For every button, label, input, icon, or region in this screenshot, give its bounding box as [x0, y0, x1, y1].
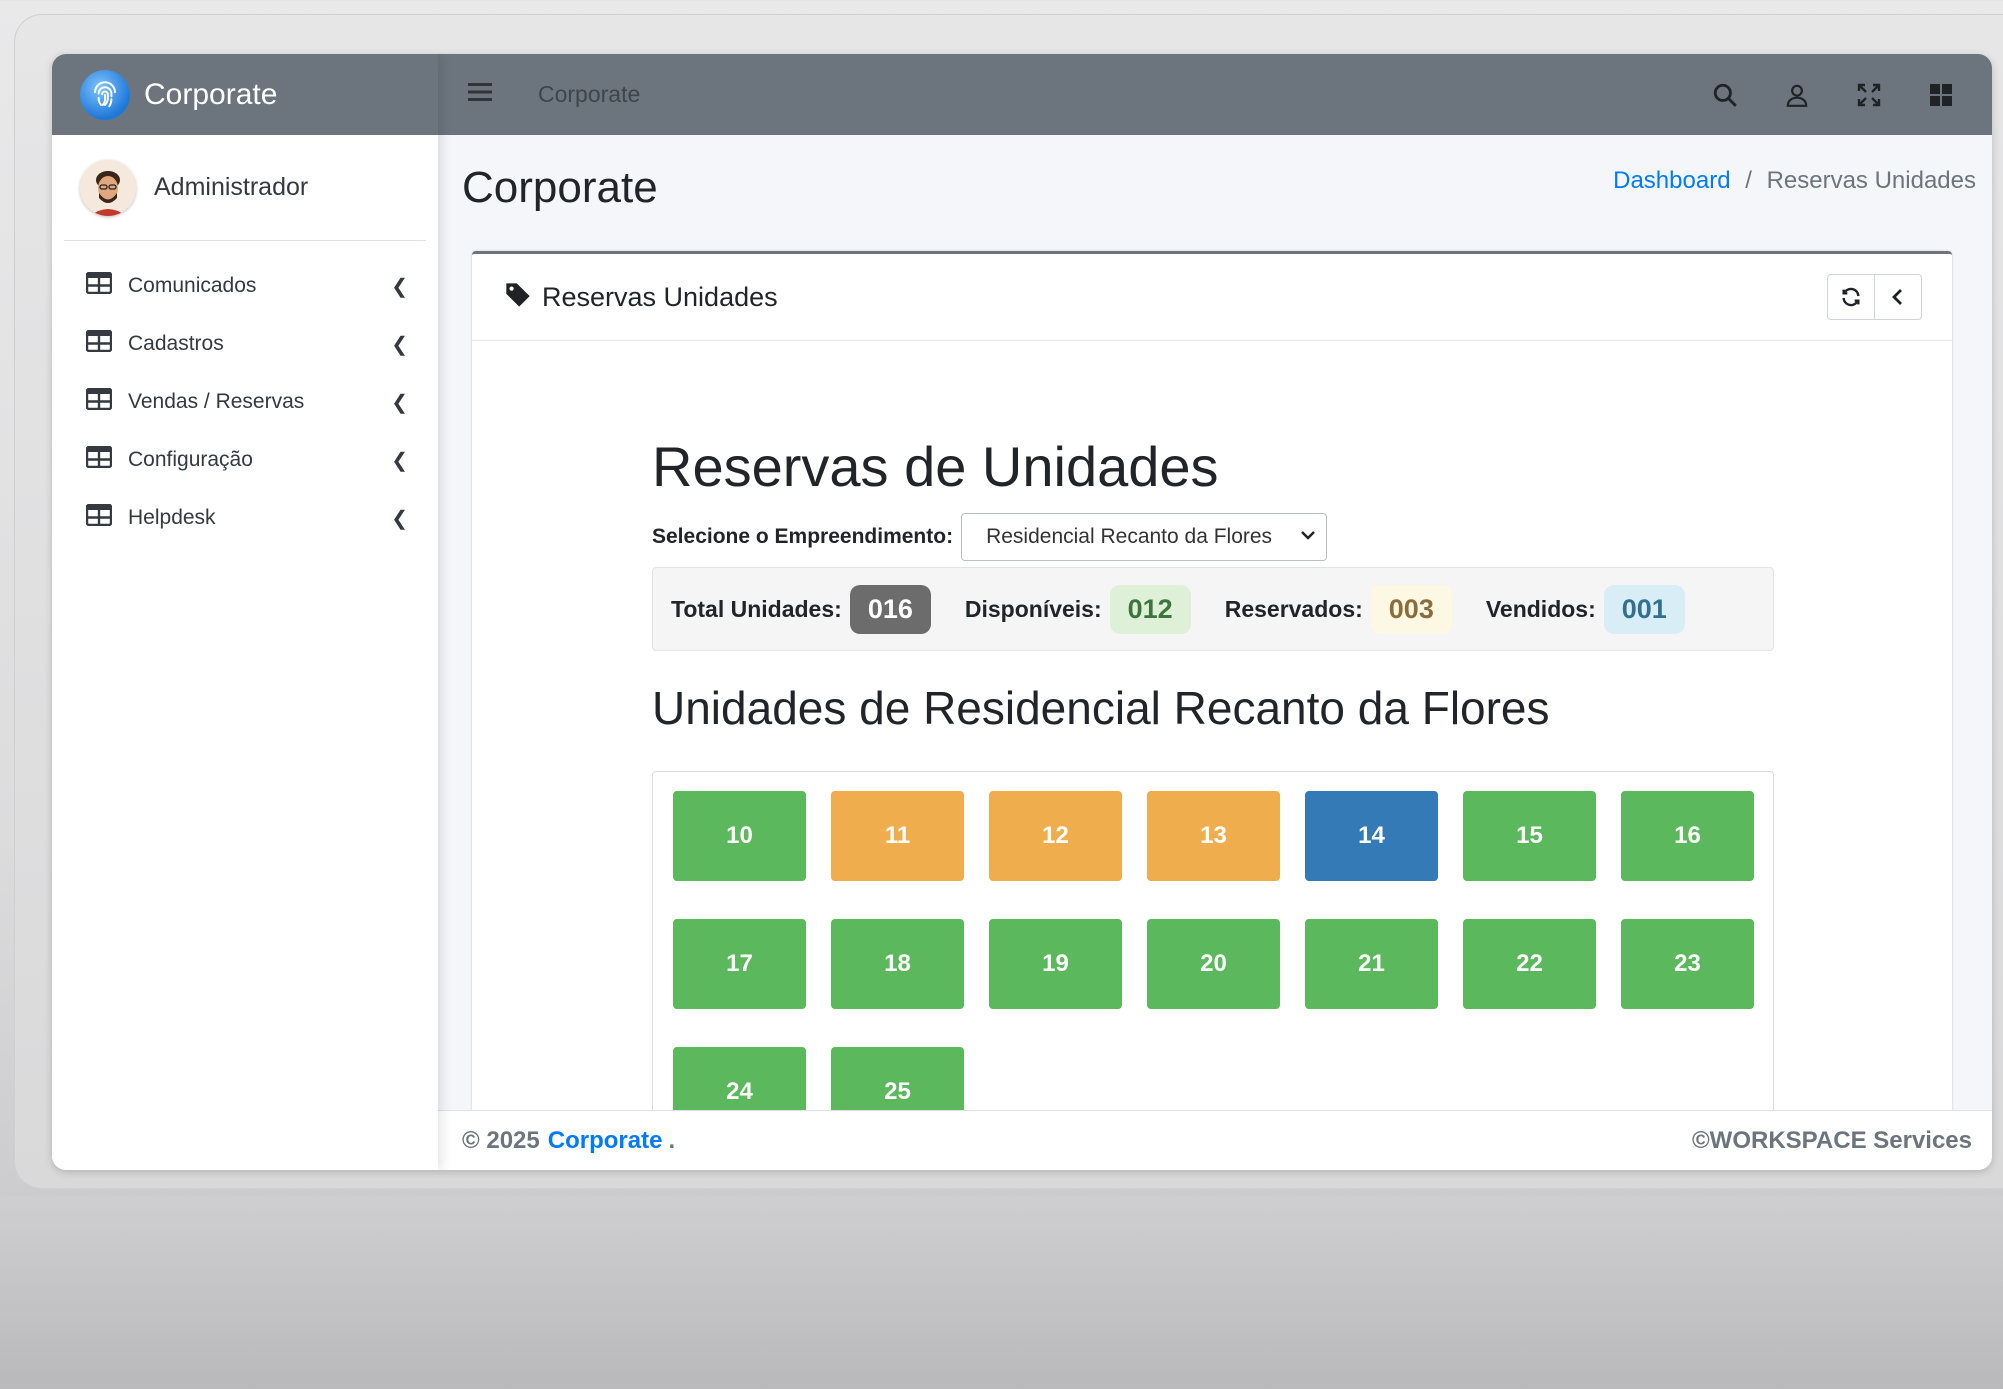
topbar: Corporate — [438, 54, 1992, 135]
units-heading: Unidades de Residencial Recanto da Flore… — [652, 682, 1550, 734]
table-icon — [85, 271, 113, 300]
breadcrumb: Dashboard / Reservas Unidades — [1613, 167, 1976, 195]
brand-link[interactable]: Corporate — [52, 54, 438, 135]
sidebar-item-configuracao[interactable]: Configuração ❮ — [52, 431, 438, 489]
refresh-icon[interactable] — [1828, 275, 1874, 319]
footer-brand-link[interactable]: Corporate — [548, 1127, 663, 1155]
reserved-units-badge: 003 — [1370, 584, 1452, 634]
breadcrumb-current: Reservas Unidades — [1766, 167, 1976, 194]
user-icon[interactable] — [1776, 74, 1818, 116]
unit-tile-12[interactable]: 12 — [989, 791, 1122, 881]
user-panel[interactable]: Administrador — [64, 135, 426, 241]
unit-tile-22[interactable]: 22 — [1463, 919, 1596, 1009]
footer-suffix: . — [668, 1126, 676, 1154]
available-units-badge: 012 — [1109, 584, 1191, 634]
sold-units-label: Vendidos: — [1485, 595, 1596, 622]
avatar — [80, 159, 136, 216]
sidebar-item-helpdesk[interactable]: Helpdesk ❮ — [52, 489, 438, 547]
topbar-title[interactable]: Corporate — [538, 81, 1704, 108]
footer: © 2025 Corporate . ©WORKSPACE Services — [438, 1110, 1992, 1170]
expand-icon[interactable] — [1848, 74, 1890, 116]
footer-copyright: © 2025 — [462, 1126, 540, 1154]
sidebar-item-label: Configuração — [128, 448, 253, 471]
total-units-label: Total Unidades: — [671, 595, 842, 622]
chevron-left-icon[interactable] — [1874, 275, 1921, 319]
chevron-left-icon: ❮ — [391, 391, 408, 414]
hamburger-icon[interactable] — [468, 82, 494, 107]
breadcrumb-home-link[interactable]: Dashboard — [1613, 167, 1730, 194]
sidebar-item-cadastros[interactable]: Cadastros ❮ — [52, 315, 438, 373]
unit-tile-10[interactable]: 10 — [673, 791, 806, 881]
chevron-down-icon — [1300, 528, 1316, 546]
unit-tile-14[interactable]: 14 — [1305, 791, 1438, 881]
monitor-stand — [0, 1196, 2003, 1389]
chevron-left-icon: ❮ — [391, 275, 408, 298]
table-icon — [85, 445, 113, 474]
empreendimento-select-row: Selecione o Empreendimento: Residencial … — [652, 513, 1774, 561]
search-icon[interactable] — [1704, 74, 1746, 116]
table-icon — [85, 329, 113, 358]
unit-tile-13[interactable]: 13 — [1147, 791, 1280, 881]
sold-units-badge: 001 — [1603, 584, 1685, 634]
reservas-panel: Reservas de Unidades Selecione o Empreen… — [652, 434, 1774, 1170]
card-title: Reservas Unidades — [542, 281, 778, 312]
card-tools — [1827, 274, 1922, 320]
empreendimento-select-value: Residencial Recanto da Flores — [986, 525, 1273, 548]
grid-icon[interactable] — [1920, 74, 1962, 116]
reserved-units-label: Reservados: — [1224, 595, 1363, 622]
footer-credit: ©WORKSPACE Services — [1692, 1126, 1972, 1154]
sidebar-item-label: Helpdesk — [128, 506, 216, 529]
sidebar-item-label: Cadastros — [128, 332, 224, 355]
empreendimento-select-label: Selecione o Empreendimento: — [652, 525, 954, 548]
sidebar-item-label: Vendas / Reservas — [128, 390, 305, 413]
chevron-left-icon: ❮ — [391, 507, 408, 530]
unit-tile-23[interactable]: 23 — [1621, 919, 1754, 1009]
card-header: Reservas Unidades — [472, 254, 1952, 341]
app-window: Corporate Administrador Comunicados ❮ Ca… — [52, 54, 1992, 1170]
total-units-badge: 016 — [849, 584, 931, 634]
chevron-left-icon: ❮ — [391, 449, 408, 472]
brand-name: Corporate — [144, 77, 278, 111]
reservas-card: Reservas Unidades Reservas de Unidades S… — [472, 251, 1952, 1170]
breadcrumb-separator: / — [1745, 167, 1752, 194]
unit-tile-18[interactable]: 18 — [831, 919, 964, 1009]
units-summary: Total Unidades: 016 Disponíveis: 012 Res… — [652, 567, 1774, 651]
fingerprint-icon — [80, 69, 130, 120]
sidebar-nav: Comunicados ❮ Cadastros ❮ Vendas / Reser… — [52, 241, 438, 547]
sidebar-item-comunicados[interactable]: Comunicados ❮ — [52, 257, 438, 315]
sidebar-item-label: Comunicados — [128, 274, 257, 297]
content-wrapper: Corporate Dashboard / Reservas Unidades … — [438, 135, 1992, 1170]
reservas-heading: Reservas de Unidades — [652, 435, 1219, 498]
unit-tile-20[interactable]: 20 — [1147, 919, 1280, 1009]
empreendimento-select[interactable]: Residencial Recanto da Flores — [961, 513, 1328, 561]
tag-icon — [504, 281, 532, 314]
unit-tile-11[interactable]: 11 — [831, 791, 964, 881]
sidebar: Corporate Administrador Comunicados ❮ Ca… — [52, 54, 438, 1170]
available-units-label: Disponíveis: — [964, 595, 1102, 622]
unit-tile-15[interactable]: 15 — [1463, 791, 1596, 881]
sidebar-item-vendas-reservas[interactable]: Vendas / Reservas ❮ — [52, 373, 438, 431]
unit-tile-19[interactable]: 19 — [989, 919, 1122, 1009]
unit-tile-17[interactable]: 17 — [673, 919, 806, 1009]
table-icon — [85, 503, 113, 532]
table-icon — [85, 387, 113, 416]
chevron-left-icon: ❮ — [391, 333, 408, 356]
user-name: Administrador — [154, 173, 309, 201]
unit-tile-21[interactable]: 21 — [1305, 919, 1438, 1009]
page-title: Corporate — [462, 163, 658, 212]
unit-tile-16[interactable]: 16 — [1621, 791, 1754, 881]
